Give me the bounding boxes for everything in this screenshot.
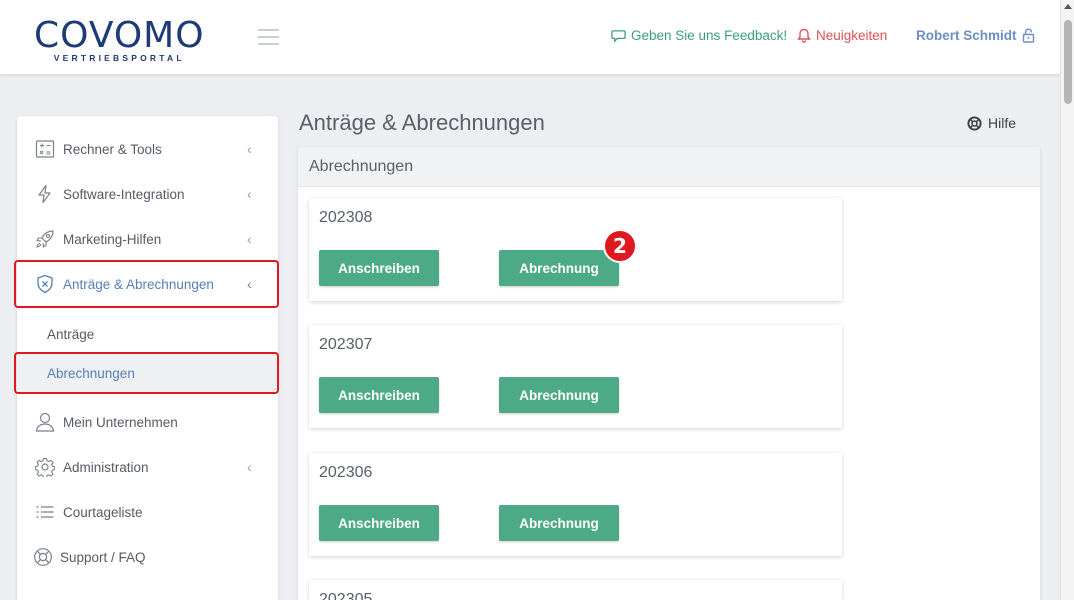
billing-card: 202308 Anschreiben Abrechnung bbox=[309, 198, 842, 301]
chevron-left-icon: ‹ bbox=[247, 231, 252, 247]
sidebar-item-label: Support / FAQ bbox=[60, 549, 146, 565]
sidebar-item-rechner-tools[interactable]: Rechner & Tools ‹ bbox=[17, 129, 278, 169]
hamburger-menu-icon[interactable] bbox=[258, 29, 279, 45]
sidebar-item-mein-unternehmen[interactable]: Mein Unternehmen bbox=[17, 402, 278, 442]
anschreiben-button[interactable]: Anschreiben bbox=[319, 505, 439, 541]
anschreiben-button[interactable]: Anschreiben bbox=[319, 377, 439, 413]
user-icon bbox=[35, 412, 55, 432]
panel-title: Abrechnungen bbox=[309, 158, 414, 175]
scroll-up-arrow-icon[interactable] bbox=[1064, 4, 1072, 9]
feedback-label: Geben Sie uns Feedback! bbox=[631, 28, 788, 43]
sidebar-subitem-label: Anträge bbox=[47, 326, 95, 342]
abrechnung-button[interactable]: Abrechnung bbox=[499, 505, 619, 541]
logo-main-text: COVOMO bbox=[34, 15, 205, 56]
panel-header: Abrechnungen bbox=[298, 147, 1040, 187]
billing-card: 202305 bbox=[309, 580, 842, 600]
sidebar-subitem-abrechnungen[interactable]: Abrechnungen bbox=[17, 353, 278, 393]
scroll-thumb[interactable] bbox=[1064, 20, 1072, 104]
sidebar-item-label: Rechner & Tools bbox=[63, 141, 162, 157]
logo-sub-text: VERTRIEBSPORTAL bbox=[53, 53, 185, 63]
sidebar-item-label: Anträge & Abrechnungen bbox=[63, 276, 214, 292]
billing-period: 202308 bbox=[319, 209, 373, 226]
lifebuoy-icon bbox=[34, 548, 52, 566]
help-link[interactable]: Hilfe bbox=[967, 115, 1016, 131]
billing-period: 202306 bbox=[319, 464, 373, 481]
page-title: Anträge & Abrechnungen bbox=[299, 110, 545, 135]
chevron-left-icon: ‹ bbox=[247, 141, 252, 157]
billing-period: 202307 bbox=[319, 336, 373, 353]
abrechnung-button[interactable]: Abrechnung bbox=[499, 250, 619, 286]
sidebar-subitem-label: Abrechnungen bbox=[47, 365, 135, 381]
shield-icon bbox=[37, 274, 53, 294]
lightning-icon bbox=[38, 184, 51, 204]
top-header: COVOMO VERTRIEBSPORTAL Geben Sie uns Fee… bbox=[0, 0, 1060, 75]
sidebar-item-marketing-hilfen[interactable]: Marketing-Hilfen ‹ bbox=[17, 219, 278, 259]
billing-card: 202306 Anschreiben Abrechnung bbox=[309, 453, 842, 556]
chevron-left-icon: ‹ bbox=[247, 186, 252, 202]
sidebar-subitem-antraege[interactable]: Anträge bbox=[17, 314, 278, 354]
sidebar-item-label: Administration bbox=[63, 459, 149, 475]
news-link[interactable]: Neuigkeiten bbox=[797, 28, 887, 43]
covomo-logo[interactable]: COVOMO VERTRIEBSPORTAL bbox=[34, 15, 205, 64]
help-label: Hilfe bbox=[988, 115, 1017, 131]
calculator-icon bbox=[35, 140, 55, 158]
sidebar-item-label: Courtageliste bbox=[63, 504, 143, 520]
lock-icon bbox=[1022, 28, 1034, 43]
news-label: Neuigkeiten bbox=[816, 28, 888, 43]
sidebar-item-administration[interactable]: Administration ‹ bbox=[17, 447, 278, 487]
rocket-icon bbox=[36, 230, 54, 248]
feedback-link[interactable]: Geben Sie uns Feedback! bbox=[611, 28, 787, 43]
billing-card: 202307 Anschreiben Abrechnung bbox=[309, 325, 842, 428]
page-scrollbar[interactable] bbox=[1060, 0, 1074, 600]
sidebar-item-support-faq[interactable]: Support / FAQ bbox=[17, 537, 278, 577]
gear-icon bbox=[35, 457, 55, 477]
sidebar-item-courtageliste[interactable]: Courtageliste bbox=[17, 492, 278, 532]
sidebar-item-label: Software-Integration bbox=[63, 186, 185, 202]
lifebuoy-icon bbox=[967, 115, 982, 131]
bell-icon bbox=[797, 28, 811, 43]
list-icon bbox=[36, 506, 54, 518]
chevron-left-icon: ‹ bbox=[247, 276, 252, 292]
sidebar-item-label: Marketing-Hilfen bbox=[63, 231, 162, 247]
user-menu[interactable]: Robert Schmidt bbox=[916, 28, 1035, 43]
sidebar: Rechner & Tools ‹ Software-Integration ‹… bbox=[17, 116, 278, 600]
sidebar-item-label: Mein Unternehmen bbox=[63, 414, 178, 430]
anschreiben-button[interactable]: Anschreiben bbox=[319, 250, 439, 286]
abrechnung-button[interactable]: Abrechnung bbox=[499, 377, 619, 413]
chevron-left-icon: ‹ bbox=[247, 459, 252, 475]
billing-period: 202305 bbox=[319, 591, 373, 600]
user-name: Robert Schmidt bbox=[916, 28, 1017, 43]
chat-icon bbox=[611, 29, 626, 43]
sidebar-item-antraege-abrechnungen[interactable]: Anträge & Abrechnungen ‹ bbox=[17, 264, 278, 304]
sidebar-item-software-integration[interactable]: Software-Integration ‹ bbox=[17, 174, 278, 214]
step-marker-badge: 2 bbox=[603, 229, 637, 263]
